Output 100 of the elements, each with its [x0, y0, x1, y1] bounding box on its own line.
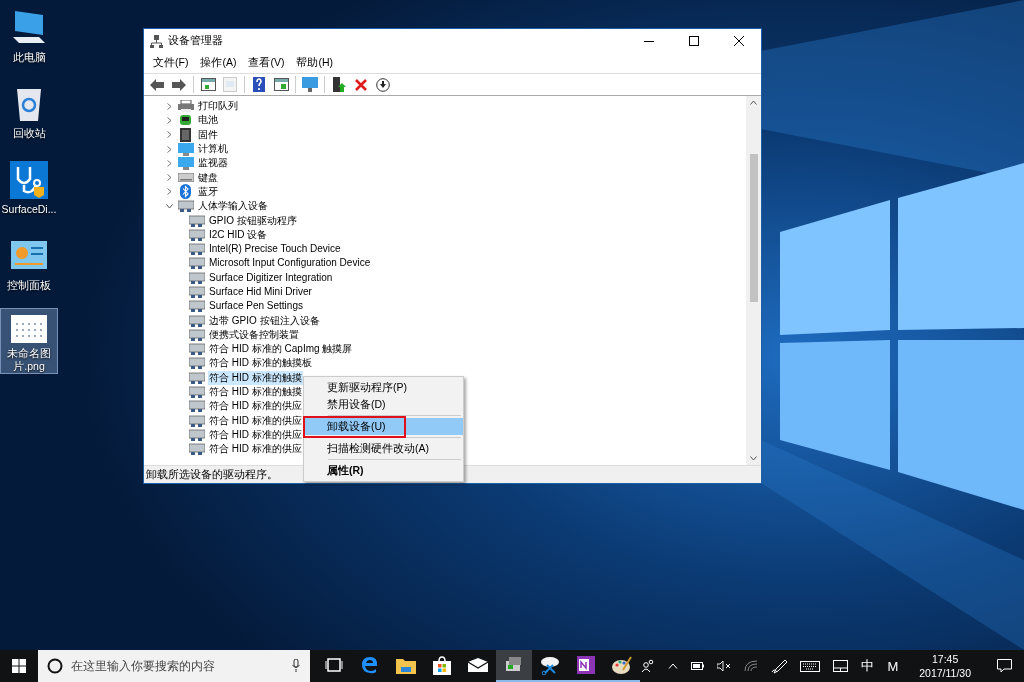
tree-item[interactable]: 符合 HID 标准的触摸 — [208, 385, 303, 400]
scrollbar[interactable] — [746, 96, 761, 465]
remove-icon[interactable] — [355, 78, 367, 91]
tree-item[interactable]: Microsoft Input Configuration Device — [208, 256, 372, 271]
notification-icon[interactable] — [996, 659, 1012, 673]
tree-item[interactable]: 计算机 — [197, 142, 229, 157]
tree-item[interactable]: 符合 HID 标准的供应 — [208, 399, 303, 414]
context-menu-item[interactable]: 卸载设备(U) — [304, 418, 463, 435]
circle-icon — [47, 658, 63, 674]
tree-item[interactable]: Surface Digitizer Integration — [208, 270, 334, 285]
tree-item[interactable]: Intel(R) Precise Touch Device — [208, 242, 342, 257]
context-menu-item[interactable]: 禁用设备(D) — [304, 396, 463, 413]
task-view-icon[interactable] — [325, 658, 343, 672]
notebook-icon[interactable] — [577, 656, 595, 674]
tree-item[interactable]: 人体学输入设备 — [197, 199, 269, 214]
tree-item[interactable]: 便携式设备控制装置 — [208, 327, 300, 342]
keyboard-icon — [177, 173, 194, 183]
tree-item[interactable]: Surface Hid Mini Driver — [208, 285, 313, 299]
tree-item[interactable]: 符合 HID 标准的触摸 — [208, 370, 303, 385]
maximize-icon[interactable] — [688, 36, 699, 46]
tree-item[interactable]: 打印队列 — [197, 99, 239, 114]
desktop-icon-label[interactable]: SurfaceDi... — [1, 203, 57, 216]
desktop-icon-label[interactable]: 此电脑 — [1, 51, 57, 64]
tree-item[interactable]: 符合 HID 标准的供应 — [208, 427, 303, 442]
monitor-icon — [177, 156, 194, 170]
context-menu-item[interactable]: 属性(R) — [304, 462, 463, 479]
scroll-thumb[interactable] — [749, 154, 758, 302]
menu-item[interactable]: 帮助(H) — [290, 54, 339, 72]
desktop-icon-label[interactable]: 控制面板 — [1, 279, 57, 292]
device-manager-icon[interactable] — [505, 656, 523, 674]
status-text: 卸载所选设备的驱动程序。 — [146, 467, 278, 482]
input-device-icon — [188, 443, 205, 456]
scroll-up-icon[interactable] — [750, 100, 757, 105]
tree-item[interactable]: 监视器 — [197, 156, 229, 171]
bluetooth-icon — [180, 184, 191, 200]
window-icon[interactable] — [273, 78, 289, 91]
close-icon[interactable] — [733, 36, 744, 46]
pen-icon[interactable] — [771, 658, 788, 674]
input-device-icon — [188, 343, 205, 356]
touchpad-icon[interactable] — [833, 660, 849, 672]
control-panel-icon — [11, 241, 47, 271]
tree-item[interactable]: 符合 HID 标准的 CapImg 触摸屏 — [208, 342, 354, 357]
shopping-bag-icon[interactable] — [433, 655, 451, 675]
mail-icon[interactable] — [468, 658, 488, 672]
tree-item[interactable]: 符合 HID 标准的供应 — [208, 442, 303, 457]
input-indicator[interactable]: 中 — [861, 657, 875, 675]
scroll-down-icon[interactable] — [750, 456, 757, 461]
download-icon[interactable] — [376, 77, 390, 92]
tree-item[interactable]: I2C HID 设备 — [208, 227, 269, 242]
back-icon[interactable] — [150, 78, 164, 91]
tree-item[interactable]: Surface Pen Settings — [208, 299, 304, 314]
tree-item[interactable]: 边带 GPIO 按钮注入设备 — [208, 313, 321, 328]
browser-icon[interactable] — [361, 656, 379, 674]
chevron-up-icon[interactable] — [668, 663, 679, 669]
windows-logo-icon[interactable] — [12, 659, 26, 673]
input-device-icon — [188, 328, 205, 341]
microphone-icon[interactable] — [292, 659, 300, 673]
input-device-icon — [188, 400, 205, 413]
window-icon[interactable] — [200, 78, 216, 91]
menu-item[interactable]: 文件(F) — [147, 54, 195, 72]
menu-item[interactable]: 查看(V) — [242, 54, 291, 72]
input-device-icon — [188, 414, 205, 427]
people-icon[interactable] — [641, 659, 656, 673]
input-device-icon — [188, 257, 205, 270]
wifi-icon[interactable] — [744, 660, 759, 672]
tree-item[interactable]: GPIO 按钮驱动程序 — [208, 213, 298, 228]
device-manager-icon — [150, 34, 163, 48]
chip-icon — [180, 127, 191, 142]
monitor-icon[interactable] — [302, 77, 318, 92]
palette-icon[interactable] — [611, 655, 633, 675]
input-device-icon — [188, 357, 205, 370]
folder-icon[interactable] — [396, 656, 416, 674]
input-device-icon — [188, 428, 205, 441]
menu-item[interactable]: 操作(A) — [194, 54, 243, 72]
input-device-icon — [188, 228, 205, 241]
input-device-icon — [188, 286, 205, 298]
search-field[interactable]: 在这里输入你要搜索的内容 — [38, 650, 310, 682]
stethoscope-icon — [10, 161, 48, 199]
keyboard-icon[interactable] — [800, 660, 821, 672]
minimize-icon[interactable] — [643, 40, 654, 42]
scissors-icon[interactable] — [539, 655, 561, 675]
context-menu-item[interactable]: 扫描检测硬件改动(A) — [304, 440, 463, 457]
tree-item[interactable]: 电池 — [197, 113, 219, 128]
forward-icon[interactable] — [172, 78, 186, 91]
tree-item[interactable]: 固件 — [197, 127, 219, 142]
device-add-icon[interactable] — [332, 77, 346, 92]
tree-item[interactable]: 蓝牙 — [197, 184, 219, 199]
clock[interactable]: 17:45 2017/11/30 — [919, 652, 971, 680]
monitor-icon — [177, 142, 194, 156]
tree-item[interactable]: 符合 HID 标准的触摸板 — [208, 356, 313, 371]
tree-item[interactable]: 键盘 — [197, 170, 219, 185]
battery-icon[interactable] — [691, 662, 705, 670]
help-icon[interactable] — [253, 77, 265, 92]
tree-item[interactable]: 符合 HID 标准的供应 — [208, 413, 303, 428]
desktop-icon-label[interactable]: 回收站 — [1, 127, 57, 140]
input-device-icon — [188, 314, 205, 327]
muted-speaker-icon[interactable] — [717, 661, 732, 671]
image-file-icon — [11, 314, 47, 343]
input-indicator[interactable]: M — [887, 658, 899, 674]
context-menu-item[interactable]: 更新驱动程序(P) — [304, 379, 463, 396]
